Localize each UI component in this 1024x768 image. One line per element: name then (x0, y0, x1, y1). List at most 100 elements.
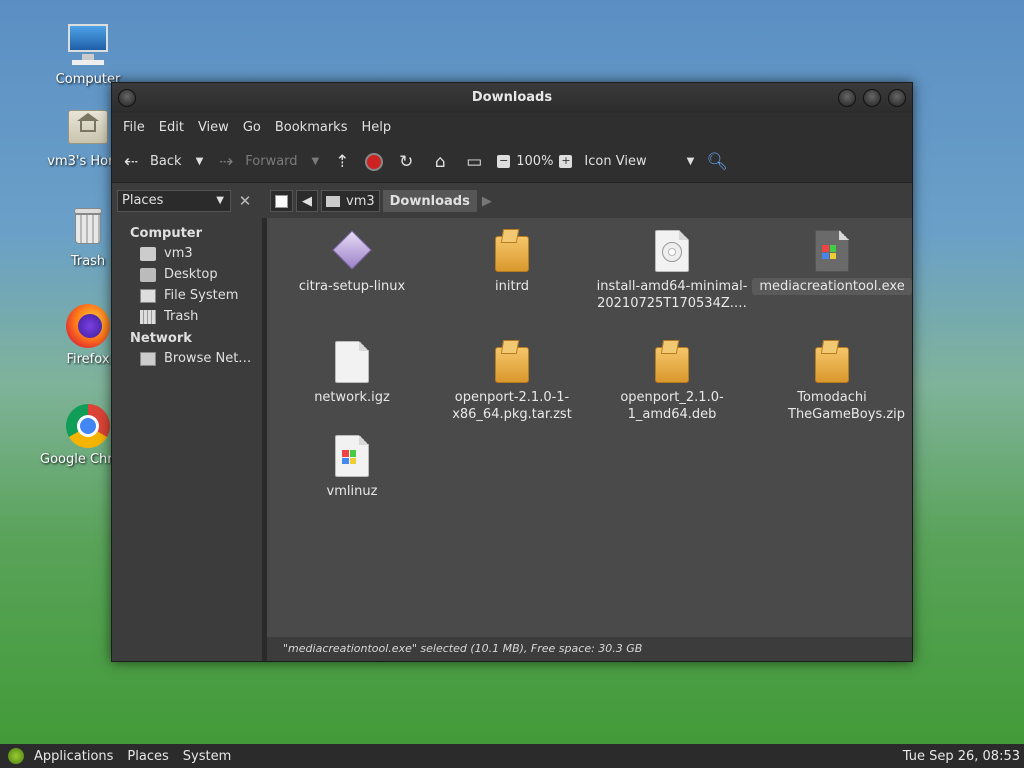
file-item[interactable]: install-amd64-minimal-20210725T170534Z.… (592, 230, 752, 312)
view-mode-select[interactable]: Icon View ▼ (584, 154, 694, 169)
file-item-selected[interactable]: mediacreationtool.exe (752, 230, 912, 295)
menu-bookmarks[interactable]: Bookmarks (268, 120, 355, 135)
archive-icon (812, 341, 852, 385)
menu-system[interactable]: System (183, 749, 231, 764)
archive-icon (492, 341, 532, 385)
close-button[interactable] (888, 89, 906, 107)
places-dropdown[interactable]: Places ▼ (117, 190, 231, 212)
forward-dropdown-icon[interactable]: ▼ (312, 156, 320, 167)
search-button[interactable]: 🔍︎ (706, 151, 728, 173)
breadcrumb-downloads[interactable]: Downloads (382, 190, 477, 212)
archive-icon (652, 341, 692, 385)
stop-icon (365, 152, 384, 171)
title-bar[interactable]: Downloads (112, 83, 912, 113)
home-icon: ⌂ (434, 151, 446, 172)
firefox-icon (64, 302, 112, 350)
back-button[interactable]: ⇠ Back ▼ (120, 151, 203, 173)
document-icon (332, 341, 372, 385)
up-arrow-icon: ⇡ (335, 151, 350, 172)
zoom-out-button[interactable]: − (497, 155, 511, 168)
zoom-in-button[interactable]: + (559, 154, 573, 168)
close-sidebar-button[interactable]: ✕ (234, 190, 256, 212)
sidebar-heading-network: Network (130, 331, 192, 346)
computer-icon: ▭ (466, 151, 483, 172)
bottom-panel: Applications Places System Tue Sep 26, 0… (0, 744, 1024, 768)
file-name: mediacreationtool.exe (752, 278, 912, 295)
edit-location-button[interactable] (270, 190, 293, 212)
reload-button[interactable]: ↻ (395, 151, 417, 173)
home-folder-icon (326, 195, 340, 207)
menu-file[interactable]: File (116, 120, 152, 135)
network-icon (140, 351, 156, 366)
window-menu-button[interactable] (118, 89, 136, 107)
file-item[interactable]: initrd (432, 230, 592, 295)
maximize-button[interactable] (863, 89, 881, 107)
stop-button[interactable] (365, 152, 384, 171)
file-name: initrd (495, 279, 529, 294)
chevron-down-icon: ▼ (216, 195, 224, 206)
chevron-down-icon: ▼ (686, 156, 695, 167)
sidebar-item-label: Desktop (164, 267, 218, 282)
status-bar: "mediacreationtool.exe" selected (10.1 M… (267, 637, 912, 661)
menu-help[interactable]: Help (354, 120, 398, 135)
sidebar-item-label: Browse Net… (164, 351, 252, 366)
menu-applications[interactable]: Applications (34, 749, 113, 764)
window-title: Downloads (471, 90, 553, 105)
pencil-icon (275, 194, 288, 208)
clock[interactable]: Tue Sep 26, 08:53 (903, 749, 1020, 764)
sidebar-item-desktop[interactable]: Desktop (112, 264, 262, 285)
exe-icon (812, 230, 852, 274)
breadcrumb-right-button[interactable]: ▶ (482, 194, 492, 209)
trash-icon (64, 204, 112, 252)
sidebar-item-vm3[interactable]: vm3 (112, 243, 262, 264)
file-item[interactable]: openport_2.1.0-1_amd64.deb (592, 341, 752, 423)
menu-places[interactable]: Places (127, 749, 168, 764)
file-name: openport-2.1.0-1-x86_64.pkg.tar.zst (452, 390, 572, 422)
zoom-in-icon: + (559, 154, 573, 168)
menu-go[interactable]: Go (236, 120, 268, 135)
forward-label: Forward (245, 154, 298, 169)
file-icon-view[interactable]: citra-setup-linux initrd install-amd64-m… (267, 218, 912, 637)
view-mode-label: Icon View (584, 154, 647, 169)
file-item[interactable]: citra-setup-linux (272, 230, 432, 295)
file-name: vmlinuz (326, 484, 378, 499)
sidebar-heading-computer: Computer (130, 226, 203, 241)
mate-logo-icon (8, 748, 24, 764)
binary-icon (332, 435, 372, 479)
search-icon: 🔍︎ (706, 151, 729, 172)
places-label: Places (122, 193, 164, 208)
file-name: citra-setup-linux (298, 279, 406, 294)
breadcrumb-left-button[interactable]: ◀ (296, 190, 318, 212)
home-folder-icon (140, 246, 156, 261)
file-item[interactable]: network.igz (272, 341, 432, 406)
forward-button[interactable]: ⇢ Forward ▼ (215, 151, 319, 173)
file-item[interactable]: Tomodachi TheGameBoys.zip (752, 341, 912, 423)
sidebar-item-browse-network[interactable]: Browse Net… (112, 348, 262, 369)
back-dropdown-icon[interactable]: ▼ (196, 156, 204, 167)
toolbar: ⇠ Back ▼ ⇢ Forward ▼ ⇡ ↻ ⌂ ▭ − 100% + Ic… (112, 141, 912, 183)
menu-edit[interactable]: Edit (152, 120, 191, 135)
zoom-level: 100% (516, 154, 554, 169)
desktop-icon-computer[interactable]: Computer (40, 22, 136, 87)
sidebar-item-trash[interactable]: Trash (112, 306, 262, 327)
minimize-button[interactable] (838, 89, 856, 107)
file-name: Tomodachi TheGameBoys.zip (788, 390, 906, 422)
sidebar-item-label: vm3 (164, 246, 193, 261)
file-name: install-amd64-minimal-20210725T170534Z.… (596, 279, 748, 311)
home-button[interactable]: ⌂ (429, 151, 451, 173)
menu-view[interactable]: View (191, 120, 236, 135)
back-label: Back (150, 154, 182, 169)
location-bar: Places ▼ ✕ ◀ vm3 Downloads ▶ (112, 184, 912, 218)
breadcrumb: ◀ vm3 Downloads ▶ (270, 190, 492, 212)
breadcrumb-vm3[interactable]: vm3 (321, 190, 380, 212)
drive-icon (140, 288, 156, 303)
breadcrumb-label: vm3 (346, 193, 375, 209)
up-button[interactable]: ⇡ (331, 151, 353, 173)
computer-button[interactable]: ▭ (463, 151, 485, 173)
forward-arrow-icon: ⇢ (219, 151, 234, 172)
desktop-folder-icon (140, 267, 156, 282)
file-item[interactable]: openport-2.1.0-1-x86_64.pkg.tar.zst (432, 341, 592, 423)
file-item[interactable]: vmlinuz (272, 435, 432, 500)
archive-icon (492, 230, 532, 274)
sidebar-item-file-system[interactable]: File System (112, 285, 262, 306)
